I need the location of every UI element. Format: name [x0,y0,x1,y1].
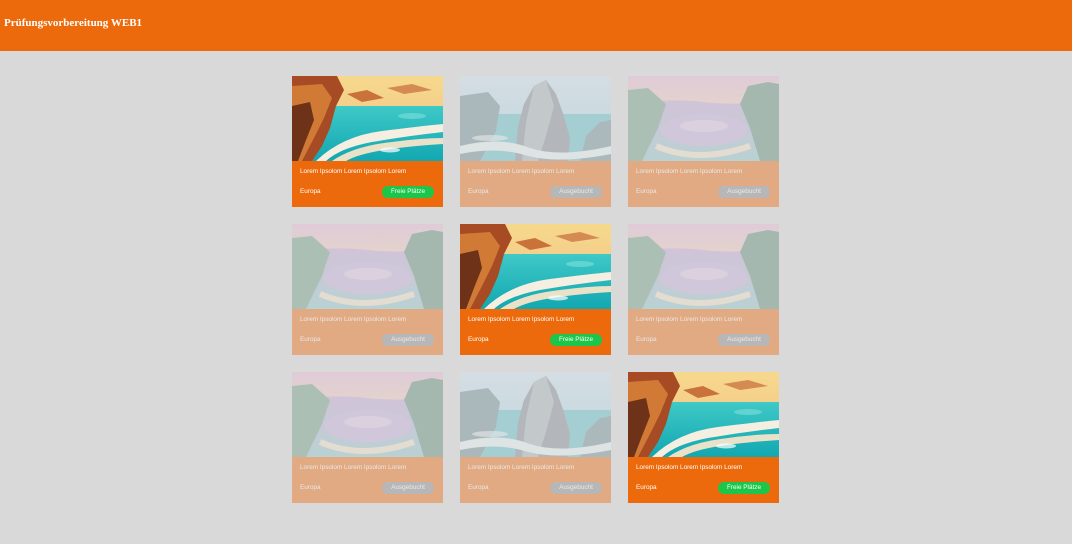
trip-card-grid: Lorem Ipsolom Lorem Ipsolom Lorem Europa… [292,76,779,503]
card-title: Lorem Ipsolom Lorem Ipsolom Lorem [636,316,743,323]
trip-card[interactable]: Lorem Ipsolom Lorem Ipsolom Lorem Europa… [292,224,443,355]
card-title: Lorem Ipsolom Lorem Ipsolom Lorem [636,464,743,471]
card-title: Lorem Ipsolom Lorem Ipsolom Lorem [300,464,407,471]
card-title: Lorem Ipsolom Lorem Ipsolom Lorem [468,316,575,323]
trip-card[interactable]: Lorem Ipsolom Lorem Ipsolom Lorem Europa… [628,224,779,355]
card-region: Europa [636,484,657,491]
card-region: Europa [300,336,321,343]
trip-card[interactable]: Lorem Ipsolom Lorem Ipsolom Lorem Europa… [460,76,611,207]
coastline-cliffs-image [292,76,443,161]
status-badge-booked[interactable]: Ausgebucht [550,186,602,198]
card-title: Lorem Ipsolom Lorem Ipsolom Lorem [636,168,743,175]
page-title: Prüfungsvorbereitung WEB1 [4,17,143,29]
status-badge-free[interactable]: Freie Plätze [382,186,434,198]
bay-sunset-image [292,224,443,309]
status-badge-booked[interactable]: Ausgebucht [718,334,770,346]
trip-card[interactable]: Lorem Ipsolom Lorem Ipsolom Lorem Europa… [460,372,611,503]
status-badge-booked[interactable]: Ausgebucht [382,334,434,346]
card-region: Europa [636,188,657,195]
status-badge-free[interactable]: Freie Plätze [718,482,770,494]
status-badge-booked[interactable]: Ausgebucht [382,482,434,494]
card-region: Europa [300,188,321,195]
status-badge-booked[interactable]: Ausgebucht [550,482,602,494]
card-title: Lorem Ipsolom Lorem Ipsolom Lorem [468,168,575,175]
bay-sunset-image [292,372,443,457]
card-region: Europa [468,484,489,491]
coastline-cliffs-image [628,372,779,457]
trip-card[interactable]: Lorem Ipsolom Lorem Ipsolom Lorem Europa… [292,76,443,207]
trip-card[interactable]: Lorem Ipsolom Lorem Ipsolom Lorem Europa… [628,76,779,207]
bay-sunset-image [628,76,779,161]
card-title: Lorem Ipsolom Lorem Ipsolom Lorem [468,464,575,471]
bay-sunset-image [628,224,779,309]
trip-card[interactable]: Lorem Ipsolom Lorem Ipsolom Lorem Europa… [460,224,611,355]
card-region: Europa [300,484,321,491]
card-title: Lorem Ipsolom Lorem Ipsolom Lorem [300,316,407,323]
status-badge-free[interactable]: Freie Plätze [550,334,602,346]
trip-card[interactable]: Lorem Ipsolom Lorem Ipsolom Lorem Europa… [292,372,443,503]
trip-card[interactable]: Lorem Ipsolom Lorem Ipsolom Lorem Europa… [628,372,779,503]
card-title: Lorem Ipsolom Lorem Ipsolom Lorem [300,168,407,175]
card-region: Europa [636,336,657,343]
header-bar: Prüfungsvorbereitung WEB1 [0,0,1072,51]
coastline-cliffs-image [460,224,611,309]
sea-stack-image [460,76,611,161]
card-region: Europa [468,336,489,343]
status-badge-booked[interactable]: Ausgebucht [718,186,770,198]
card-region: Europa [468,188,489,195]
sea-stack-image [460,372,611,457]
